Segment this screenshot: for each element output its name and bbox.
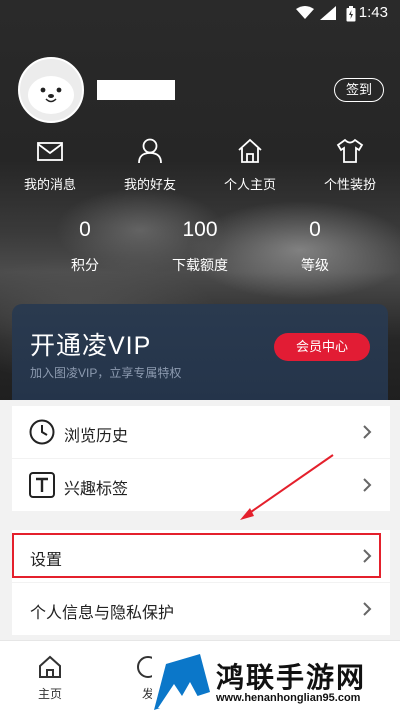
quick-link-label: 个性装扮 <box>323 177 376 192</box>
vip-card[interactable]: 开通凌VIP 加入图凌VIP，立享专属特权 会员中心 <box>12 304 388 404</box>
status-bar: 1:43 <box>0 0 400 28</box>
home-icon <box>39 655 61 678</box>
quick-link-messages[interactable]: 我的消息 <box>5 138 95 193</box>
clock-icon <box>29 419 55 445</box>
wifi-icon <box>296 6 314 19</box>
menu-item-interest-tags[interactable]: 兴趣标签 <box>12 459 390 511</box>
watermark-url: www.henanhonglian95.com <box>216 692 361 704</box>
chevron-right-icon <box>363 425 372 439</box>
stat-value: 0 <box>79 218 91 241</box>
status-time: 1:43 <box>358 4 388 21</box>
mail-icon <box>37 142 63 161</box>
menu-list: 浏览历史 兴趣标签 设置 个人信息与隐私保护 <box>0 400 400 640</box>
username-redacted <box>97 80 175 100</box>
seal-avatar-icon <box>28 76 74 114</box>
nav-home[interactable]: 主页 <box>28 655 72 702</box>
quick-link-label: 我的消息 <box>23 177 76 192</box>
menu-item-label: 浏览历史 <box>64 428 129 445</box>
shirt-icon <box>336 138 364 163</box>
menu-item-label: 兴趣标签 <box>64 481 129 498</box>
watermark-text: 鸿联手游网 <box>216 661 367 694</box>
stat-level[interactable]: 0 等级 <box>265 218 365 275</box>
settings-highlight-box <box>12 533 381 578</box>
quick-link-homepage[interactable]: 个人主页 <box>205 138 295 193</box>
menu-item-label: 个人信息与隐私保护 <box>30 605 175 622</box>
stat-label: 等级 <box>301 257 329 273</box>
quick-link-label: 个人主页 <box>223 177 276 192</box>
stat-value: 100 <box>182 218 218 241</box>
signal-icon <box>320 6 336 20</box>
chevron-right-icon <box>363 602 372 616</box>
menu-item-history[interactable]: 浏览历史 <box>12 406 390 458</box>
member-center-button[interactable]: 会员中心 <box>274 333 370 361</box>
menu-item-privacy[interactable]: 个人信息与隐私保护 <box>12 583 390 635</box>
chevron-right-icon <box>363 478 372 492</box>
vip-title: 开通凌VIP <box>30 332 152 360</box>
quick-link-decoration[interactable]: 个性装扮 <box>305 138 395 193</box>
battery-icon <box>346 6 356 22</box>
stat-download-quota[interactable]: 100 下载额度 <box>150 218 250 275</box>
avatar[interactable] <box>18 57 84 123</box>
vip-subtitle: 加入图凌VIP，立享专属特权 <box>30 366 182 380</box>
quick-link-label: 我的好友 <box>123 177 176 192</box>
quick-links: 我的消息 我的好友 个人主页 个性装扮 <box>0 138 400 198</box>
stat-points[interactable]: 0 积分 <box>35 218 135 275</box>
person-icon <box>138 138 162 164</box>
stat-label: 积分 <box>71 257 99 273</box>
stat-label: 下载额度 <box>172 257 228 273</box>
tag-icon <box>29 472 55 498</box>
home-icon <box>238 138 262 163</box>
signin-button[interactable]: 签到 <box>334 78 384 102</box>
quick-link-friends[interactable]: 我的好友 <box>105 138 195 193</box>
stat-value: 0 <box>309 218 321 241</box>
nav-label: 主页 <box>37 687 62 701</box>
